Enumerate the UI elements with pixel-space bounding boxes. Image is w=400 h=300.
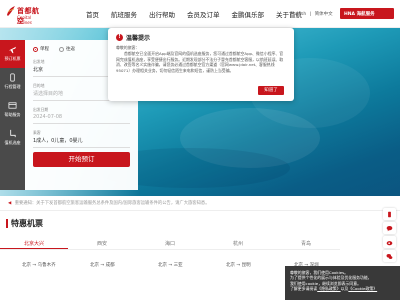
route-item[interactable]: 北京 → 成都 <box>68 262 136 268</box>
modal-body: 尊敬的旅客： 首都航空已全面开启App端及官网的值机选座服务，您可通过首都航空A… <box>116 45 286 74</box>
nav-member-orders[interactable]: 会员及订单 <box>187 9 220 19</box>
nav-club[interactable]: 金鹏俱乐部 <box>232 9 265 19</box>
city-tabs: 北京大兴 西安 海口 杭州 青岛 <box>0 238 340 250</box>
wechat-icon <box>386 253 393 259</box>
trip-oneway-radio[interactable]: 单程 <box>33 46 49 52</box>
phone-tool[interactable] <box>383 208 396 220</box>
trip-round-radio[interactable]: 往返 <box>59 46 75 52</box>
side-tab-help[interactable]: 帮助服务 <box>0 96 25 124</box>
city-tab-qingdao[interactable]: 青岛 <box>272 238 340 249</box>
lang-english[interactable]: English <box>290 12 306 17</box>
seat-icon <box>10 129 16 138</box>
start-booking-button[interactable]: 开始预订 <box>33 152 130 167</box>
wechat-tool[interactable] <box>383 250 396 262</box>
notice-text: 重要通知：关于下发首都航空旅客运输服务总条件及国内/国际旅客运输条件的公告，请广… <box>14 201 210 206</box>
date-value: 2024-07-08 <box>33 114 63 120</box>
chat-tool[interactable] <box>383 222 396 234</box>
modal-header: ! 温馨提示 <box>116 33 286 42</box>
cookie-line-4: 了解更多请阅读《隐私政策》以及《Cookie政策》 <box>290 286 378 292</box>
lang-separator: | <box>309 12 312 17</box>
date-field[interactable]: 出发日期 2024-07-08 <box>33 105 130 124</box>
radio-empty-icon <box>59 46 64 52</box>
help-icon <box>8 102 17 109</box>
lang-chinese[interactable]: 简体中文 <box>315 12 333 17</box>
language-switch: English | 简体中文 <box>290 11 335 17</box>
radio-selected-icon <box>33 46 38 52</box>
cookie-policy-link[interactable]: 《Cookie政策》 <box>348 286 377 291</box>
nav-travel-help[interactable]: 出行帮助 <box>149 9 175 19</box>
plane-icon <box>8 46 17 54</box>
logo-bird-icon <box>7 6 15 16</box>
nav-home[interactable]: 首页 <box>86 9 99 19</box>
passenger-value: 1成人，0儿童，0婴儿 <box>33 138 83 144</box>
notice-bar[interactable]: ◀ 重要通知：关于下发首都航空旅客运输服务总条件及国内/国际旅客运输条件的公告，… <box>0 196 400 211</box>
chat-icon <box>386 225 393 231</box>
city-tab-haikou[interactable]: 海口 <box>136 238 204 249</box>
nav-flight-services[interactable]: 航班服务 <box>111 9 137 19</box>
privacy-policy-link[interactable]: 《隐私政策》 <box>317 286 340 291</box>
phone-icon <box>10 73 15 82</box>
route-item[interactable]: 北京 → 昆明 <box>204 262 272 268</box>
modal-text: 首都航空已全面开启App端及官网的值机选座服务，您可通过首都航空App、微信小程… <box>116 50 284 74</box>
speaker-icon: ◀ <box>8 201 12 206</box>
logo-text-en: Capital Airlines <box>17 15 32 25</box>
site-logo[interactable]: 首都航空 Capital Airlines <box>6 5 44 25</box>
route-item[interactable]: 北京 → 乌鲁木齐 <box>0 262 68 268</box>
weibo-icon <box>386 240 393 245</box>
route-item[interactable]: 北京 → 三亚 <box>136 262 204 268</box>
special-fares-title: 特惠机票 <box>11 219 43 228</box>
modal-confirm-button[interactable]: 知道了 <box>258 86 284 95</box>
passenger-field[interactable]: 乘客 1成人，0儿童，0婴儿 <box>33 128 130 148</box>
title-accent-bar <box>6 219 8 228</box>
site-header: 首都航空 Capital Airlines 首页 航班服务 出行帮助 会员及订单… <box>0 0 400 28</box>
side-tab-trips[interactable]: 行程管理 <box>0 68 25 96</box>
cookie-banner: 尊敬的旅客，我们使用Cookies。 为了提供个性化的展示与体验及优化服务功能，… <box>285 266 400 300</box>
hna-service-button[interactable]: HNA 海航服务 <box>340 8 394 19</box>
notice-modal: ! 温馨提示 尊敬的旅客： 首都航空已全面开启App端及官网的值机选座服务，您可… <box>108 28 294 101</box>
main-nav: 首页 航班服务 出行帮助 会员及订单 金鹏俱乐部 关于首航 <box>86 9 314 19</box>
city-tab-hangzhou[interactable]: 杭州 <box>204 238 272 249</box>
city-tab-xian[interactable]: 西安 <box>68 238 136 249</box>
warning-icon: ! <box>116 34 123 41</box>
side-tab-checkin[interactable]: 值机选座 <box>0 124 25 152</box>
modal-title: 温馨提示 <box>126 35 151 42</box>
floating-toolbar <box>383 208 397 264</box>
phone-icon <box>388 211 391 217</box>
side-tab-book[interactable]: 预订机票 <box>0 40 25 68</box>
booking-side-tabs: 预订机票 行程管理 帮助服务 值机选座 <box>0 40 25 190</box>
city-tab-daxing[interactable]: 北京大兴 <box>0 238 68 249</box>
weibo-tool[interactable] <box>383 236 396 248</box>
special-fares-header: 特惠机票 <box>6 218 43 229</box>
